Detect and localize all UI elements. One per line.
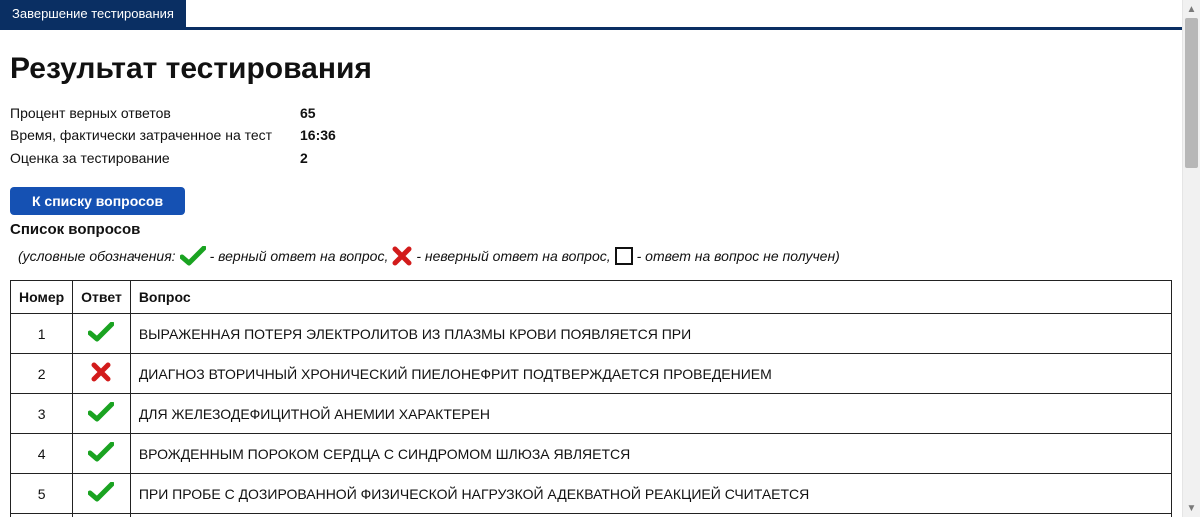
stats-row-grade: Оценка за тестирование 2 [10,147,1172,169]
table-row: 3 ДЛЯ ЖЕЛЕЗОДЕФИЦИТНОЙ АНЕМИИ ХАРАКТЕРЕН [11,394,1172,434]
stats-value: 16:36 [300,124,336,146]
cell-question: ДЛЯ ЖЕЛЕЗОДЕФИЦИТНОЙ АНЕМИИ ХАРАКТЕРЕН [130,394,1171,434]
scrollbar-thumb[interactable] [1185,18,1198,168]
tab-test-completion[interactable]: Завершение тестирования [0,0,186,27]
to-questions-button[interactable]: К списку вопросов [10,187,185,215]
table-header-row: Номер Ответ Вопрос [11,281,1172,314]
check-icon [88,322,114,342]
cell-question: ДИАГНОЗ ВТОРИЧНЫЙ ХРОНИЧЕСКИЙ ПИЕЛОНЕФРИ… [130,354,1171,394]
stats-value: 2 [300,147,308,169]
cell-answer [73,354,131,394]
table-row: 1 ВЫРАЖЕННАЯ ПОТЕРЯ ЭЛЕКТРОЛИТОВ ИЗ ПЛАЗМ… [11,314,1172,354]
check-icon [88,482,114,502]
check-icon [180,246,206,266]
legend-correct: - верный ответ на вопрос, [210,248,389,264]
legend-incorrect: - неверный ответ на вопрос, [416,248,610,264]
stats-block: Процент верных ответов 65 Время, фактиче… [10,102,1172,169]
check-icon [88,442,114,462]
stats-label: Оценка за тестирование [10,147,300,169]
tab-bar: Завершение тестирования [0,0,1182,27]
cell-question: ВЫРАЖЕННАЯ ПОТЕРЯ ЭЛЕКТРОЛИТОВ ИЗ ПЛАЗМЫ… [130,314,1171,354]
tab-label: Завершение тестирования [12,6,174,21]
scroll-up-arrow-icon[interactable]: ▲ [1183,0,1200,18]
table-row: 2 ДИАГНОЗ ВТОРИЧНЫЙ ХРОНИЧЕСКИЙ ПИЕЛОНЕФР… [11,354,1172,394]
empty-box-icon [615,247,633,265]
legend: (условные обозначения: - верный ответ на… [18,246,1172,266]
stats-label: Процент верных ответов [10,102,300,124]
stats-row-time: Время, фактически затраченное на тест 16… [10,124,1172,146]
cell-num: 3 [11,394,73,434]
table-row: 4 ВРОЖДЕННЫМ ПОРОКОМ СЕРДЦА С СИНДРОМОМ Ш… [11,434,1172,474]
content-area: Завершение тестирования Результат тестир… [0,0,1182,517]
stats-row-percent: Процент верных ответов 65 [10,102,1172,124]
stats-label: Время, фактически затраченное на тест [10,124,300,146]
questions-section-title: Список вопросов [10,221,1172,238]
cell-answer [73,394,131,434]
page-title: Результат тестирования [10,52,1172,86]
col-header-q: Вопрос [130,281,1171,314]
col-header-ans: Ответ [73,281,131,314]
header-separator [0,27,1182,30]
cell-answer [73,314,131,354]
scrollbar-track[interactable] [1185,18,1198,499]
cell-answer [73,434,131,474]
cell-question: ПРИ ПРОБЕ С ДОЗИРОВАННОЙ ФИЗИЧЕСКОЙ НАГР… [130,474,1171,514]
button-label: К списку вопросов [32,193,163,209]
cell-num: 5 [11,474,73,514]
cell-num: 2 [11,354,73,394]
cell-num: 4 [11,434,73,474]
col-header-num: Номер [11,281,73,314]
legend-prefix: (условные обозначения: [18,248,176,264]
cell-question: ВРОЖДЕННЫМ ПОРОКОМ СЕРДЦА С СИНДРОМОМ ШЛ… [130,434,1171,474]
check-icon [88,402,114,422]
stats-value: 65 [300,102,316,124]
vertical-scrollbar[interactable]: ▲ ▼ [1182,0,1200,517]
cross-icon [91,362,111,382]
scroll-down-arrow-icon[interactable]: ▼ [1183,499,1200,517]
questions-table: Номер Ответ Вопрос 1 ВЫРАЖЕННАЯ ПОТЕРЯ ЭЛ… [10,280,1172,517]
cell-num: 1 [11,314,73,354]
cross-icon [392,246,412,266]
viewport: Завершение тестирования Результат тестир… [0,0,1200,517]
cell-answer [73,474,131,514]
table-row: 5 ПРИ ПРОБЕ С ДОЗИРОВАННОЙ ФИЗИЧЕСКОЙ НАГ… [11,474,1172,514]
legend-noanswer: - ответ на вопрос не получен) [637,248,840,264]
